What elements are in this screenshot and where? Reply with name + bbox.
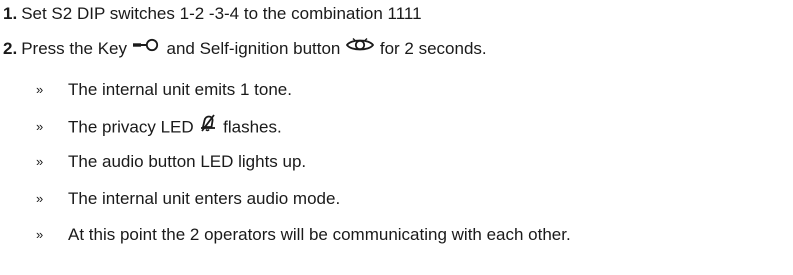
list-item: » The audio button LED lights up.	[36, 151, 306, 174]
list-item: » At this point the 2 operators will be c…	[36, 224, 571, 247]
bell-off-icon	[198, 113, 218, 139]
bullet-marker: »	[36, 154, 44, 169]
step-text-before-key: Press the Key	[21, 39, 128, 58]
bullet-marker: »	[36, 227, 44, 242]
list-item-text-before: The privacy LED	[68, 117, 194, 137]
list-item-text: The audio button LED lights up.	[68, 152, 307, 171]
step-1: 1. Set S2 DIP switches 1-2 -3-4 to the co…	[3, 3, 422, 25]
step-text: Set S2 DIP switches 1-2 -3-4 to the comb…	[21, 4, 422, 23]
instructions-document: 1. Set S2 DIP switches 1-2 -3-4 to the co…	[0, 0, 793, 275]
eye-icon	[345, 37, 375, 59]
list-item: » The internal unit emits 1 tone.	[36, 79, 292, 102]
bullet-marker: »	[36, 119, 44, 135]
step-number: 1.	[3, 4, 18, 23]
step-2: 2. Press the Key and Self-ignition button…	[3, 37, 487, 61]
list-item-text-after: flashes.	[223, 117, 282, 137]
list-item: » The privacy LED flashes.	[36, 113, 282, 141]
list-item-text: The internal unit enters audio mode.	[68, 189, 341, 208]
bullet-marker: »	[36, 191, 44, 206]
step-text-before-ignition: and Self-ignition button	[166, 39, 341, 58]
key-icon	[132, 37, 162, 59]
step-number: 2.	[3, 39, 18, 58]
list-item-text: The internal unit emits 1 tone.	[68, 80, 292, 99]
list-item: » The internal unit enters audio mode.	[36, 188, 340, 211]
step-text-after: for 2 seconds.	[379, 39, 487, 58]
list-item-text: At this point the 2 operators will be co…	[68, 225, 571, 244]
bullet-marker: »	[36, 82, 44, 97]
